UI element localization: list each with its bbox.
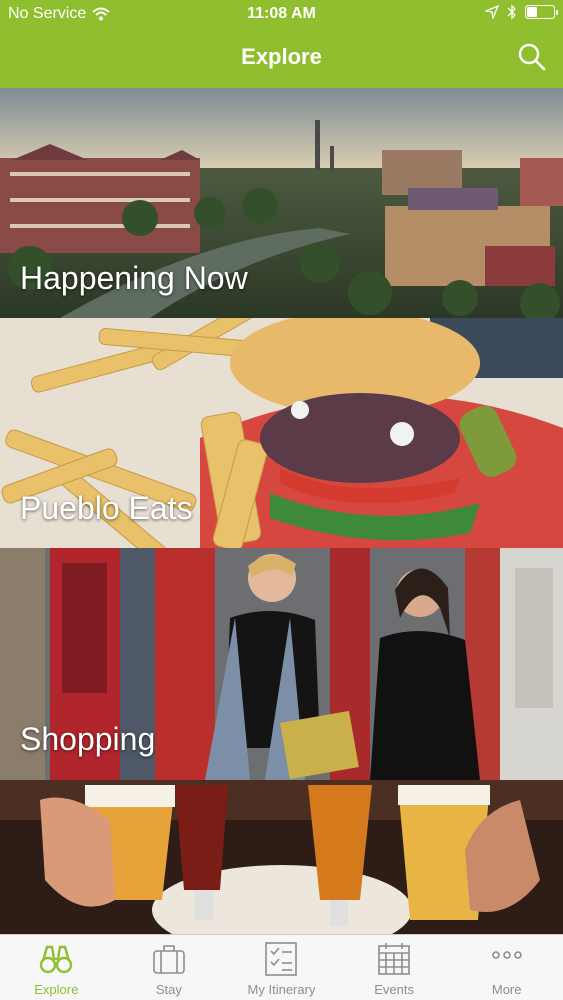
tab-events[interactable]: Events (338, 935, 451, 1000)
tab-explore[interactable]: Explore (0, 935, 113, 1000)
tab-my-itinerary[interactable]: My Itinerary (225, 935, 338, 1000)
tab-label: Explore (34, 982, 79, 997)
tab-label: Events (374, 982, 414, 997)
battery-icon (525, 5, 558, 19)
status-right (485, 4, 558, 20)
tab-label: My Itinerary (247, 982, 316, 997)
app-header: No Service 11:08 AM Explore (0, 0, 563, 88)
tab-bar: Explore Stay My Itinerary Events More (0, 934, 563, 1000)
search-icon (518, 43, 546, 71)
tile-label: Happening Now (20, 260, 248, 296)
tab-more[interactable]: More (450, 935, 563, 1000)
tile-drinks[interactable] (0, 780, 563, 934)
tile-happening-now[interactable]: Happening Now (0, 88, 563, 318)
search-button[interactable] (517, 42, 547, 72)
checklist-icon (265, 942, 298, 976)
location-arrow-icon (485, 5, 499, 19)
suitcase-icon (153, 945, 185, 974)
page-title: Explore (241, 44, 322, 69)
bluetooth-icon (507, 4, 516, 20)
status-time: 11:08 AM (247, 5, 316, 22)
tab-stay[interactable]: Stay (113, 935, 226, 1000)
more-dots-icon (491, 951, 522, 959)
drinks-photo (0, 780, 563, 934)
battery-level (527, 7, 537, 17)
status-bar: No Service 11:08 AM (0, 0, 563, 30)
binoculars-icon (40, 945, 73, 974)
tile-pueblo-eats[interactable]: Pueblo Eats (0, 318, 563, 548)
tab-label: More (491, 982, 522, 997)
tile-shopping[interactable]: Shopping (0, 548, 563, 780)
tab-label: Stay (155, 982, 182, 997)
calendar-icon (378, 943, 410, 975)
tile-label: Pueblo Eats (20, 490, 193, 526)
tile-label: Shopping (20, 721, 156, 757)
